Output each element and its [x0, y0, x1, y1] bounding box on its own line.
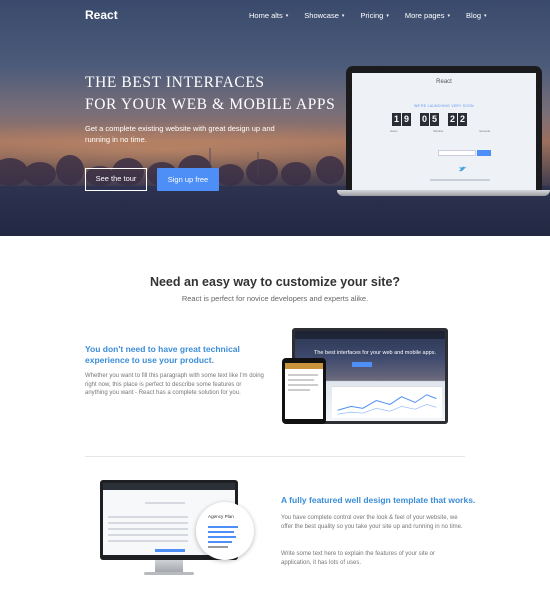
caret-down-icon: ▾: [386, 13, 389, 19]
sign-up-button[interactable]: Sign up free: [157, 168, 219, 191]
imac-stand: [155, 560, 183, 572]
nav-item-label: More pages: [404, 11, 445, 20]
countdown-digit: 5: [430, 113, 439, 126]
nav-item-label: Home alts: [249, 11, 283, 20]
devices-showcase-image: The best interfaces for your web and mob…: [282, 328, 448, 428]
content-line: [145, 502, 185, 504]
feature-1-body: Whether you want to fill this paragraph …: [85, 373, 264, 397]
hero-subtitle: Get a complete existing website with gre…: [85, 124, 275, 144]
countdown-unit: Hours: [390, 129, 398, 133]
content-button: [155, 549, 185, 552]
monitor-nav-bar: [295, 331, 445, 339]
callout-line: [208, 546, 228, 548]
content-line: [108, 522, 188, 524]
nav-item-showcase[interactable]: Showcase ▾: [304, 11, 344, 20]
callout-line: [208, 536, 236, 538]
tablet-mockup: [282, 358, 326, 424]
callout-line: [208, 526, 238, 528]
laptop-bezel: React WE'RE LAUNCHING VERY SOON 1 9 0 5 …: [346, 66, 542, 192]
content-line: [108, 540, 188, 542]
section-title: Need an easy way to customize your site?: [149, 275, 401, 289]
laptop-base: [337, 190, 550, 196]
content-line: [108, 516, 188, 518]
countdown-digit: 1: [392, 113, 401, 126]
tablet-text-line: [288, 384, 318, 386]
feature-1-title: You don't need to have great technical e…: [85, 344, 240, 365]
hero-title-line: THE BEST INTERFACES: [85, 74, 265, 91]
feature-2-body: You have complete control over the look …: [281, 515, 463, 530]
caret-down-icon: ▾: [341, 13, 345, 19]
nav-item-label: Blog: [465, 11, 481, 20]
caret-down-icon: ▾: [484, 13, 487, 19]
zoom-callout: Agency Plan: [196, 502, 254, 560]
tablet-screen: [285, 363, 323, 419]
caret-down-icon: ▾: [285, 13, 289, 19]
countdown-digit: 0: [420, 113, 429, 126]
content-line: [108, 534, 188, 536]
countdown-digit: 2: [448, 113, 457, 126]
hero-title-line: FOR YOUR WEB & MOBILE APPS: [85, 96, 336, 113]
callout-line: [208, 541, 232, 543]
hero-section: React Home alts ▾ Showcase ▾ Pricing ▾ More…: [0, 0, 550, 236]
monitor-headline: The best interfaces for your web and mob…: [314, 350, 436, 356]
nav-menu: Home alts ▾ Showcase ▾ Pricing ▾ More pages…: [249, 11, 503, 20]
section-divider: [85, 456, 465, 457]
nav-item-label: Showcase: [304, 11, 339, 20]
top-nav: React Home alts ▾ Showcase ▾ Pricing ▾ More…: [0, 0, 550, 30]
countdown: 1 9 0 5 2 2: [392, 113, 468, 126]
callout-title: Agency Plan: [208, 514, 234, 519]
laptop-screen: React WE'RE LAUNCHING VERY SOON 1 9 0 5 …: [352, 73, 536, 190]
feature-2-body: Write some text here to explain the feat…: [281, 551, 435, 566]
nav-item-pricing[interactable]: Pricing ▾: [360, 11, 388, 20]
nav-item-home-alts[interactable]: Home alts ▾: [249, 11, 288, 20]
tablet-text-line: [288, 379, 314, 381]
caret-down-icon: ▾: [447, 13, 450, 19]
laptop-mockup: React WE'RE LAUNCHING VERY SOON 1 9 0 5 …: [337, 66, 550, 199]
imac-nav-bar: [103, 483, 235, 490]
tablet-text-line: [288, 374, 318, 376]
imac-foot: [144, 572, 194, 575]
screen-footer-text: [430, 179, 490, 181]
screen-tagline: WE'RE LAUNCHING VERY SOON: [414, 104, 474, 108]
callout-line: [208, 531, 234, 533]
brand-logo[interactable]: React: [85, 8, 118, 22]
countdown-unit: Minutes: [433, 129, 444, 133]
dashboard-chart: [332, 386, 442, 418]
tablet-header-image: [285, 363, 323, 369]
content-line: [108, 528, 188, 530]
twitter-icon: [459, 166, 467, 172]
section-subtitle: React is perfect for novice developers a…: [181, 294, 369, 303]
countdown-units: Hours Minutes Seconds: [390, 129, 490, 133]
countdown-unit: Seconds: [479, 129, 490, 133]
nav-item-blog[interactable]: Blog ▾: [466, 11, 487, 20]
countdown-digit: 9: [402, 113, 411, 126]
hero-title: THE BEST INTERFACES FOR YOUR WEB & MOBIL…: [85, 72, 335, 116]
nav-item-more-pages[interactable]: More pages ▾: [405, 11, 450, 20]
countdown-digit: 2: [458, 113, 467, 126]
screen-notify-button: [477, 150, 491, 156]
see-tour-button[interactable]: See the tour: [85, 168, 147, 191]
screen-brand: React: [436, 79, 452, 85]
feature-2-title: A fully featured well design template th…: [281, 495, 476, 505]
tablet-text-line: [288, 389, 310, 391]
nav-item-label: Pricing: [360, 11, 384, 20]
monitor-cta: [352, 362, 372, 367]
screen-email-input: [438, 150, 476, 156]
imac-showcase-image: Agency Plan: [100, 480, 254, 580]
